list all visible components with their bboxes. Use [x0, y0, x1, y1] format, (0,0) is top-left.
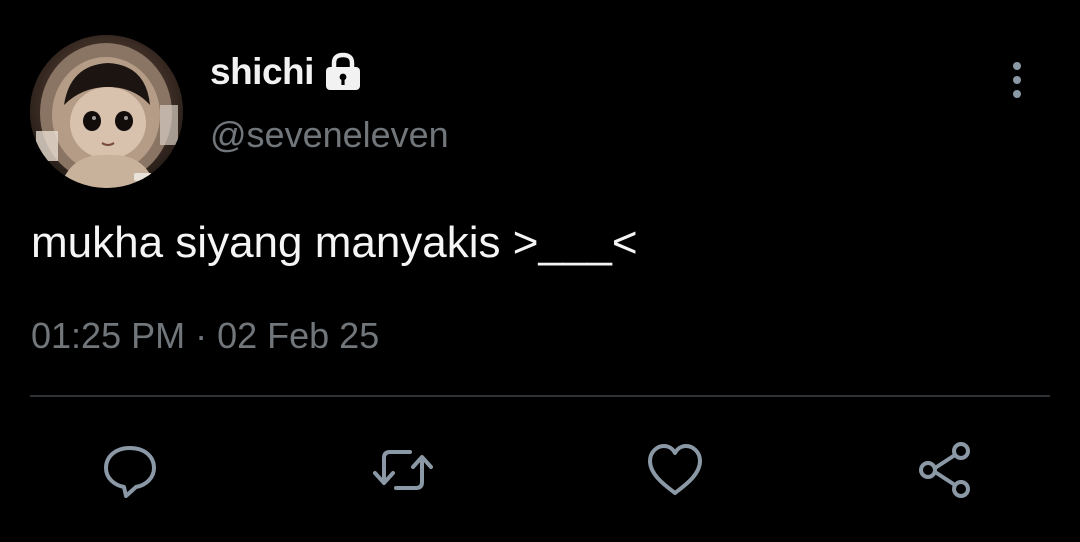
heart-icon — [648, 444, 702, 495]
divider — [30, 395, 1050, 397]
tweet-timestamp[interactable]: 01:25 PM · 02 Feb 25 — [31, 315, 379, 357]
author-name-row[interactable]: shichi — [210, 50, 364, 94]
share-icon — [919, 442, 970, 498]
tweet-time: 01:25 PM — [31, 315, 186, 356]
avatar-image — [30, 35, 183, 188]
lock-icon — [322, 52, 364, 92]
display-name[interactable]: shichi — [210, 51, 314, 93]
tweet-detail: shichi @seveneleven mukha siyang manyaki… — [0, 0, 1080, 542]
like-button[interactable] — [642, 437, 708, 503]
retweet-icon — [373, 450, 433, 490]
reply-button[interactable] — [97, 437, 163, 503]
reply-bubble-icon — [104, 446, 156, 498]
more-options-icon[interactable] — [1000, 58, 1034, 102]
timestamp-separator: · — [195, 315, 208, 356]
author-handle[interactable]: @seveneleven — [210, 114, 449, 156]
share-button[interactable] — [912, 437, 978, 503]
tweet-text: mukha siyang manyakis >___< — [31, 218, 638, 267]
retweet-button[interactable] — [370, 437, 436, 503]
tweet-date: 02 Feb 25 — [217, 315, 380, 356]
avatar[interactable] — [30, 35, 183, 188]
